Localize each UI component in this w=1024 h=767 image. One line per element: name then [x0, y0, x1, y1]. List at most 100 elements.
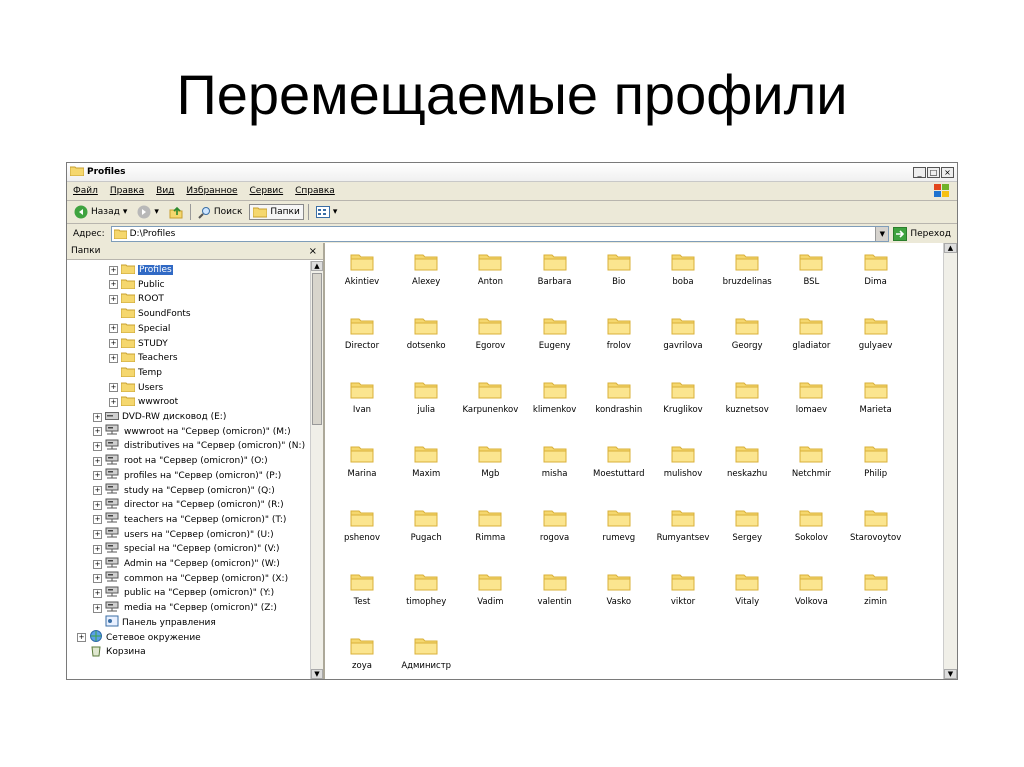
folder-item[interactable]: dotsenko [394, 309, 458, 365]
folder-item[interactable]: Vitaly [715, 565, 779, 621]
expand-icon[interactable]: + [93, 530, 102, 540]
scroll-up-icon[interactable]: ▲ [944, 243, 957, 253]
tree-item[interactable]: + media на "Сервер (omicron)" (Z:) [93, 601, 277, 615]
folder-item[interactable]: Sergey [715, 501, 779, 557]
folder-item[interactable]: Test [330, 565, 394, 621]
folder-item[interactable]: rogova [523, 501, 587, 557]
expand-icon[interactable]: + [93, 441, 102, 451]
tree-item[interactable]: + wwwroot [109, 395, 178, 409]
folder-item[interactable]: valentin [523, 565, 587, 621]
expand-icon[interactable]: + [93, 515, 102, 525]
search-button[interactable]: Поиск [195, 205, 246, 220]
tree-item[interactable]: + root на "Сервер (omicron)" (O:) [93, 454, 268, 468]
folder-item[interactable]: Eugeny [523, 309, 587, 365]
tree-item[interactable]: + director на "Сервер (omicron)" (R:) [93, 498, 284, 512]
maximize-button[interactable]: □ [927, 166, 940, 178]
expand-icon[interactable]: + [109, 397, 118, 407]
folder-item[interactable]: boba [651, 245, 715, 301]
menu-favorites[interactable]: Избранное [186, 186, 237, 196]
expand-icon[interactable]: + [109, 339, 118, 348]
folder-item[interactable]: Egorov [458, 309, 522, 365]
folder-item[interactable]: Marieta [844, 373, 908, 429]
expand-icon[interactable]: + [93, 456, 102, 466]
tree-item[interactable]: + Teachers [109, 351, 178, 365]
folder-item[interactable]: Moestuttard [587, 437, 651, 493]
expand-icon[interactable]: + [77, 633, 86, 642]
folder-item[interactable]: Anton [458, 245, 522, 301]
folder-item[interactable]: gladiator [779, 309, 843, 365]
tree-item[interactable]: +Temp [109, 366, 162, 380]
expand-icon[interactable]: + [93, 574, 102, 584]
folder-item[interactable]: Vadim [458, 565, 522, 621]
folder-item[interactable]: Ivan [330, 373, 394, 429]
folder-item[interactable]: bruzdelinas [715, 245, 779, 301]
chevron-down-icon[interactable]: ▾ [333, 207, 338, 217]
folder-item[interactable]: kuznetsov [715, 373, 779, 429]
folder-item[interactable]: neskazhu [715, 437, 779, 493]
back-button[interactable]: Назад ▾ [71, 204, 130, 220]
menu-file[interactable]: Файл [73, 186, 98, 196]
scroll-down-icon[interactable]: ▼ [944, 669, 957, 679]
folder-item[interactable]: pshenov [330, 501, 394, 557]
tree-scrollbar[interactable]: ▲ ▼ [310, 261, 323, 679]
expand-icon[interactable]: + [109, 353, 118, 363]
folder-item[interactable]: BSL [779, 245, 843, 301]
folder-item[interactable]: Dima [844, 245, 908, 301]
scroll-down-icon[interactable]: ▼ [311, 669, 323, 679]
folder-item[interactable]: Akintiev [330, 245, 394, 301]
folder-item[interactable]: viktor [651, 565, 715, 621]
tree-item[interactable]: + common на "Сервер (omicron)" (X:) [93, 571, 288, 586]
address-input[interactable]: D:\Profiles ▼ [110, 226, 890, 242]
folders-button[interactable]: Папки [249, 204, 304, 220]
expand-icon[interactable]: + [93, 486, 102, 495]
folder-item[interactable]: Alexey [394, 245, 458, 301]
expand-icon[interactable]: + [93, 559, 102, 569]
expand-icon[interactable]: + [109, 324, 118, 334]
expand-icon[interactable]: + [93, 603, 102, 613]
expand-icon[interactable]: + [93, 412, 102, 422]
folder-item[interactable]: Rumyantsev [651, 501, 715, 557]
title-bar[interactable]: Profiles _ □ × [67, 163, 957, 182]
expand-icon[interactable]: + [93, 427, 102, 437]
folder-item[interactable]: zimin [844, 565, 908, 621]
scroll-thumb[interactable] [312, 273, 322, 425]
views-button[interactable]: ▾ [313, 205, 341, 219]
tree-item[interactable]: + Public [109, 278, 165, 292]
folder-item[interactable]: Sokolov [779, 501, 843, 557]
folder-item[interactable]: Starovoytov [844, 501, 908, 557]
file-scrollbar[interactable]: ▲ ▼ [943, 243, 957, 679]
expand-icon[interactable]: + [93, 544, 102, 554]
folder-item[interactable]: Vasko [587, 565, 651, 621]
chevron-down-icon[interactable]: ▾ [154, 207, 159, 217]
folder-item[interactable]: klimenkov [523, 373, 587, 429]
tree-item[interactable]: + teachers на "Сервер (omicron)" (T:) [93, 512, 286, 527]
tree-item[interactable]: + special на "Сервер (omicron)" (V:) [93, 542, 280, 556]
tree-item[interactable]: + STUDY [109, 337, 168, 351]
folder-item[interactable]: Georgy [715, 309, 779, 365]
chevron-down-icon[interactable]: ▾ [123, 207, 128, 217]
folder-item[interactable]: Mgb [458, 437, 522, 493]
folder-item[interactable]: Philip [844, 437, 908, 493]
folder-item[interactable]: Marina [330, 437, 394, 493]
expand-icon[interactable]: + [109, 294, 118, 304]
close-button[interactable]: × [941, 166, 954, 178]
folder-item[interactable]: Rimma [458, 501, 522, 557]
folder-item[interactable]: julia [394, 373, 458, 429]
menu-view[interactable]: Вид [156, 186, 174, 196]
tree-item[interactable]: + Special [109, 322, 170, 336]
tree-item[interactable]: + Profiles [109, 263, 173, 277]
folder-item[interactable]: lomaev [779, 373, 843, 429]
expand-icon[interactable]: + [93, 471, 102, 481]
address-dropdown-icon[interactable]: ▼ [875, 227, 889, 241]
folder-item[interactable]: zoya [330, 629, 394, 679]
folder-item[interactable]: timophey [394, 565, 458, 621]
tree-item[interactable]: + users на "Сервер (omicron)" (U:) [93, 527, 274, 542]
tree-item[interactable]: +SoundFonts [109, 307, 191, 321]
tree-item[interactable]: +Панель управления [93, 615, 216, 630]
menu-edit[interactable]: Правка [110, 186, 144, 196]
tree-item[interactable]: + public на "Сервер (omicron)" (Y:) [93, 586, 274, 600]
folder-item[interactable]: Director [330, 309, 394, 365]
folder-item[interactable]: Barbara [523, 245, 587, 301]
folder-item[interactable]: Bio [587, 245, 651, 301]
folder-item[interactable]: Kruglikov [651, 373, 715, 429]
